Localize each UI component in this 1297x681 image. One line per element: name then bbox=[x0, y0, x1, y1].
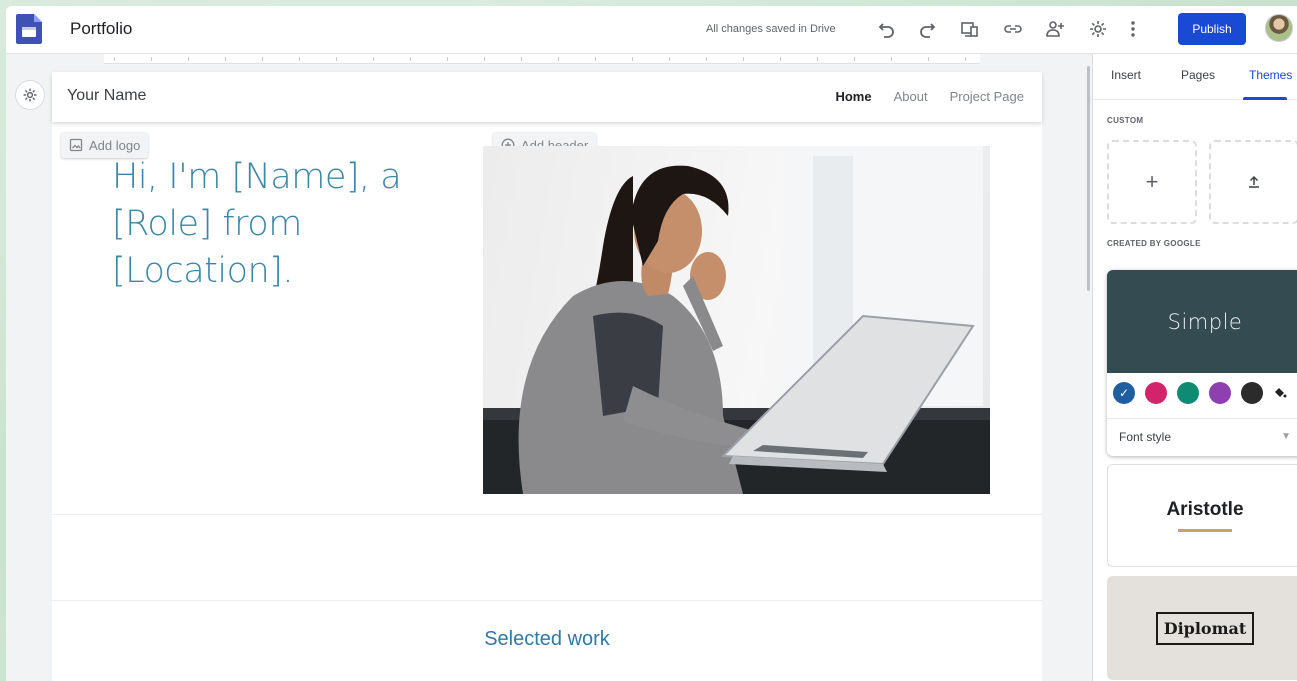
active-tab-indicator bbox=[1243, 97, 1287, 100]
site-canvas[interactable]: Your Name Home About Project Page Add lo… bbox=[52, 72, 1042, 681]
section-divider bbox=[52, 514, 1042, 515]
add-custom-theme-button[interactable]: + bbox=[1107, 140, 1197, 224]
sites-editor-window: Portfolio All changes saved in Drive Pub… bbox=[6, 6, 1297, 681]
ruler-tick bbox=[299, 57, 300, 61]
font-style-label: Font style bbox=[1119, 429, 1172, 444]
tab-pages[interactable]: Pages bbox=[1181, 68, 1215, 82]
ruler-tick bbox=[336, 57, 337, 61]
ruler-tick bbox=[410, 57, 411, 61]
theme-simple-label: Simple bbox=[1107, 270, 1297, 373]
redo-icon[interactable] bbox=[915, 17, 939, 41]
theme-simple-card[interactable]: Simple ✓ Font style ▼ bbox=[1107, 270, 1297, 456]
site-nav-links: Home About Project Page bbox=[835, 89, 1024, 104]
ruler-tick bbox=[225, 57, 226, 61]
swatch-purple[interactable] bbox=[1209, 382, 1231, 404]
ruler-tick bbox=[891, 57, 892, 61]
woman-with-laptop-illustration bbox=[483, 146, 990, 494]
custom-heading: CUSTOM bbox=[1107, 116, 1144, 125]
ruler-tick bbox=[484, 57, 485, 61]
more-icon[interactable] bbox=[1121, 17, 1145, 41]
font-style-dropdown[interactable]: Font style ▼ bbox=[1107, 418, 1297, 454]
theme-diplomat-card[interactable]: Diplomat bbox=[1107, 576, 1297, 680]
canvas-scrollbar[interactable] bbox=[1087, 66, 1090, 291]
avatar[interactable] bbox=[1265, 14, 1293, 42]
ruler-tick bbox=[521, 57, 522, 61]
save-status: All changes saved in Drive bbox=[706, 23, 836, 35]
nav-about[interactable]: About bbox=[894, 89, 928, 104]
google-sites-logo-icon[interactable] bbox=[16, 14, 42, 44]
preview-icon[interactable] bbox=[958, 17, 982, 41]
panel-tabs: Insert Pages Themes bbox=[1093, 54, 1297, 100]
theme-diplomat-label: Diplomat bbox=[1155, 611, 1255, 645]
ruler-tick bbox=[706, 57, 707, 61]
publish-button[interactable]: Publish bbox=[1178, 13, 1246, 45]
ruler-tick bbox=[780, 57, 781, 61]
side-panel: Insert Pages Themes CUSTOM + CREATED BY … bbox=[1092, 54, 1297, 681]
ruler-tick bbox=[632, 57, 633, 61]
gear-icon[interactable] bbox=[1086, 17, 1110, 41]
ruler-tick bbox=[669, 57, 670, 61]
upload-theme-button[interactable] bbox=[1209, 140, 1297, 224]
chevron-down-icon: ▼ bbox=[1281, 431, 1291, 442]
tab-insert[interactable]: Insert bbox=[1111, 68, 1141, 82]
hero-image[interactable] bbox=[483, 146, 990, 494]
swatch-black[interactable] bbox=[1241, 382, 1263, 404]
theme-accent-line bbox=[1178, 529, 1232, 532]
undo-icon[interactable] bbox=[875, 17, 899, 41]
share-icon[interactable] bbox=[1043, 17, 1067, 41]
ruler-tick bbox=[262, 57, 263, 61]
ruler-tick bbox=[447, 57, 448, 61]
section-divider bbox=[52, 600, 1042, 601]
document-title[interactable]: Portfolio bbox=[70, 19, 132, 39]
ruler bbox=[104, 54, 980, 64]
ruler-tick bbox=[188, 57, 189, 61]
tab-themes[interactable]: Themes bbox=[1249, 68, 1292, 82]
ruler-tick bbox=[743, 57, 744, 61]
ruler-tick bbox=[373, 57, 374, 61]
image-icon bbox=[69, 138, 83, 152]
top-toolbar: Portfolio All changes saved in Drive Pub… bbox=[6, 6, 1297, 54]
plus-icon: + bbox=[1145, 169, 1159, 194]
color-swatches: ✓ bbox=[1113, 382, 1287, 404]
swatch-blue-selected[interactable]: ✓ bbox=[1113, 382, 1135, 404]
nav-home[interactable]: Home bbox=[835, 89, 871, 104]
add-logo-label: Add logo bbox=[89, 137, 141, 153]
site-name[interactable]: Your Name bbox=[67, 87, 146, 105]
custom-color-paint-icon[interactable] bbox=[1273, 385, 1287, 402]
ruler-tick bbox=[928, 57, 929, 61]
site-header-nav: Your Name Home About Project Page bbox=[52, 72, 1042, 122]
section-title[interactable]: Selected work bbox=[52, 628, 1042, 651]
nav-project-page[interactable]: Project Page bbox=[950, 89, 1024, 104]
swatch-teal[interactable] bbox=[1177, 382, 1199, 404]
ruler-tick bbox=[151, 57, 152, 61]
link-icon[interactable] bbox=[1001, 17, 1025, 41]
ruler-tick bbox=[817, 57, 818, 61]
upload-icon bbox=[1249, 175, 1259, 188]
hero-heading[interactable]: Hi, I'm [Name], a [Role] from [Location]… bbox=[112, 154, 432, 295]
created-by-google-heading: CREATED BY GOOGLE bbox=[1107, 239, 1201, 248]
ruler-tick bbox=[558, 57, 559, 61]
theme-aristotle-label: Aristotle bbox=[1166, 499, 1244, 520]
ruler-tick bbox=[595, 57, 596, 61]
swatch-pink[interactable] bbox=[1145, 382, 1167, 404]
ruler-tick bbox=[114, 57, 115, 61]
ruler-tick bbox=[854, 57, 855, 61]
page-settings-gear-icon[interactable] bbox=[15, 80, 45, 110]
ruler-tick bbox=[965, 57, 966, 61]
theme-aristotle-card[interactable]: Aristotle bbox=[1107, 464, 1297, 567]
